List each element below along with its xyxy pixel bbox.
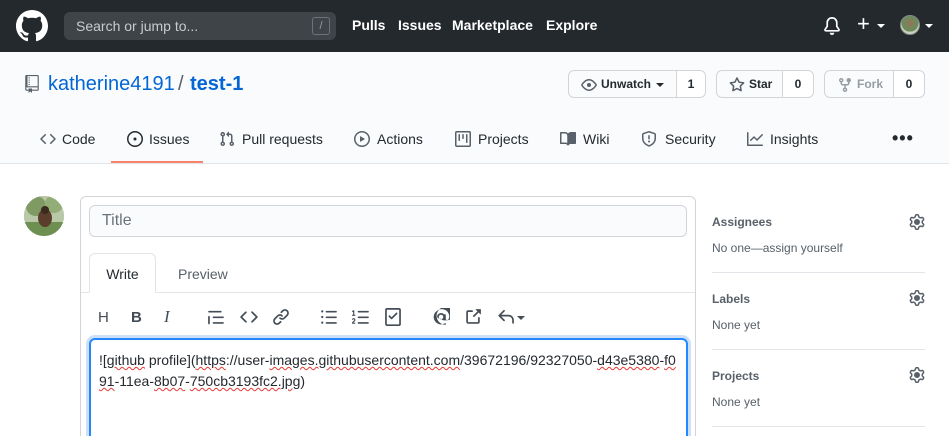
star-button[interactable]: Star 0 xyxy=(716,70,814,98)
bold-icon[interactable]: B xyxy=(131,309,142,326)
assignees-value[interactable]: No one—assign yourself xyxy=(712,241,843,255)
global-header: Search or jump to... / Pulls Issues Mark… xyxy=(0,0,949,52)
pull-request-icon xyxy=(220,131,235,147)
create-caret-icon[interactable] xyxy=(877,24,885,28)
reference-icon[interactable] xyxy=(464,308,482,326)
tab-projects[interactable]: Projects xyxy=(478,131,529,147)
fork-icon xyxy=(839,78,851,93)
italic-icon[interactable]: I xyxy=(164,307,170,327)
labels-gear-icon[interactable] xyxy=(909,290,925,306)
author-avatar[interactable] xyxy=(24,196,64,236)
nav-explore[interactable]: Explore xyxy=(546,17,597,33)
star-count[interactable]: 0 xyxy=(782,71,813,97)
sidebar-divider xyxy=(712,349,925,350)
search-shortcut-badge: / xyxy=(312,17,330,35)
sidebar-divider xyxy=(712,272,925,273)
code-icon xyxy=(40,133,56,145)
github-logo-icon[interactable] xyxy=(16,10,48,42)
preview-tab[interactable]: Preview xyxy=(178,266,228,282)
repo-header: katherine4191 / test-1 Unwatch 1 Star 0 … xyxy=(0,52,949,164)
quote-icon[interactable] xyxy=(207,308,225,326)
graph-icon xyxy=(747,132,763,146)
tab-security[interactable]: Security xyxy=(665,131,716,147)
write-tab[interactable]: Write xyxy=(89,253,156,293)
code-icon[interactable] xyxy=(240,308,258,326)
shield-icon xyxy=(642,131,656,147)
unwatch-button[interactable]: Unwatch 1 xyxy=(568,70,706,98)
link-icon[interactable] xyxy=(272,308,290,326)
repo-path-separator: / xyxy=(178,73,184,95)
create-new-icon[interactable]: + xyxy=(857,13,870,35)
selected-tab-indicator xyxy=(111,161,203,163)
ordered-list-icon[interactable] xyxy=(352,308,370,326)
nav-issues[interactable]: Issues xyxy=(398,17,442,33)
repo-name-link[interactable]: test-1 xyxy=(190,73,243,96)
projects-heading[interactable]: Projects xyxy=(712,369,759,383)
unwatch-caret-icon xyxy=(656,83,664,87)
more-tabs-icon[interactable]: ••• xyxy=(892,128,914,149)
issue-icon xyxy=(127,131,143,147)
star-label: Star xyxy=(749,77,773,91)
reply-icon[interactable] xyxy=(497,308,515,326)
watch-count[interactable]: 1 xyxy=(676,71,705,97)
unwatch-label: Unwatch xyxy=(601,77,652,91)
issue-body-textarea[interactable]: ![github profile](https://user-images.gi… xyxy=(89,338,688,436)
repo-owner-link[interactable]: katherine4191 xyxy=(48,73,175,96)
labels-value: None yet xyxy=(712,318,761,332)
tab-issues[interactable]: Issues xyxy=(149,131,189,147)
project-icon xyxy=(455,131,471,147)
fork-label: Fork xyxy=(857,77,884,91)
sidebar-divider xyxy=(712,426,925,427)
tab-insights[interactable]: Insights xyxy=(770,131,818,147)
repo-icon xyxy=(25,75,39,93)
fork-count[interactable]: 0 xyxy=(893,71,924,97)
tab-pull-requests[interactable]: Pull requests xyxy=(242,131,323,147)
eye-icon xyxy=(581,79,597,91)
user-menu-avatar[interactable] xyxy=(900,15,920,35)
tab-wiki[interactable]: Wiki xyxy=(583,131,609,147)
search-box[interactable]: Search or jump to... / xyxy=(64,12,336,40)
issue-body-text: ![github profile](https://user-images.gi… xyxy=(99,352,676,389)
assignees-gear-icon[interactable] xyxy=(909,214,925,230)
play-icon xyxy=(354,131,370,147)
labels-heading[interactable]: Labels xyxy=(712,292,750,306)
user-menu-caret-icon[interactable] xyxy=(925,24,933,28)
tab-actions[interactable]: Actions xyxy=(377,131,423,147)
issue-title-input[interactable] xyxy=(89,205,687,237)
star-icon xyxy=(729,77,745,92)
avatar-photo xyxy=(24,196,64,236)
book-icon xyxy=(560,131,576,146)
projects-gear-icon[interactable] xyxy=(909,367,925,383)
mention-icon[interactable] xyxy=(432,306,455,326)
assignees-heading[interactable]: Assignees xyxy=(712,215,772,229)
editor-tabs-divider xyxy=(81,292,695,293)
unordered-list-icon[interactable] xyxy=(320,308,338,326)
reply-caret-icon[interactable] xyxy=(517,316,525,320)
tab-code[interactable]: Code xyxy=(62,131,95,147)
fork-button[interactable]: Fork 0 xyxy=(824,70,925,98)
search-placeholder: Search or jump to... xyxy=(76,18,199,34)
notification-bell-icon[interactable] xyxy=(823,17,841,35)
projects-value: None yet xyxy=(712,395,761,409)
nav-pulls[interactable]: Pulls xyxy=(352,17,385,33)
task-list-icon[interactable] xyxy=(384,308,402,326)
nav-marketplace[interactable]: Marketplace xyxy=(452,17,533,33)
heading-icon[interactable]: H xyxy=(98,309,109,326)
